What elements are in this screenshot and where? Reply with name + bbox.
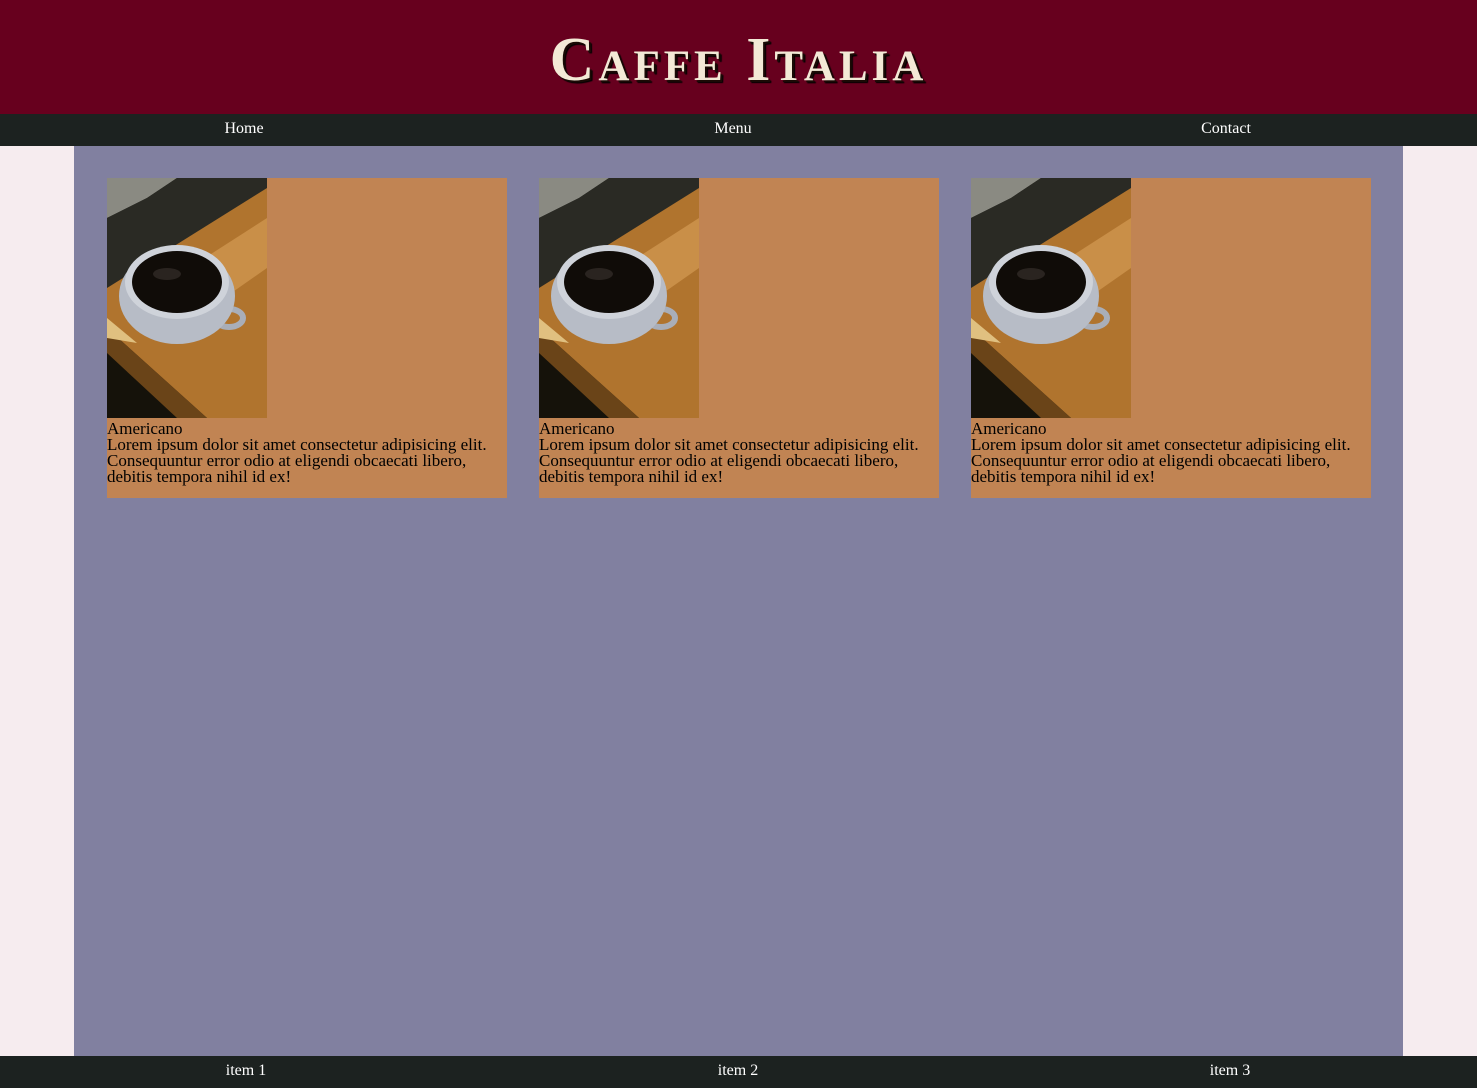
nav-home-link[interactable]: Home (224, 114, 263, 146)
main-nav: Home Menu Contact (0, 114, 1477, 146)
product-description: Lorem ipsum dolor sit amet consectetur a… (107, 435, 487, 486)
coffee-cup-image (971, 178, 1131, 418)
product-card: Americano Lorem ipsum dolor sit amet con… (971, 178, 1371, 498)
product-card: Americano Lorem ipsum dolor sit amet con… (107, 178, 507, 498)
site-title: Caffe Italia (549, 25, 928, 94)
product-description: Lorem ipsum dolor sit amet consectetur a… (971, 435, 1351, 486)
product-card: Americano Lorem ipsum dolor sit amet con… (539, 178, 939, 498)
site-footer: item 1 item 2 item 3 (0, 1056, 1477, 1088)
footer-item-2[interactable]: item 2 (718, 1056, 758, 1088)
footer-item-1[interactable]: item 1 (226, 1056, 266, 1088)
footer-item-3[interactable]: item 3 (1210, 1056, 1250, 1088)
main-content: Americano Lorem ipsum dolor sit amet con… (74, 146, 1403, 1056)
site-header: Caffe Italia (0, 0, 1477, 114)
nav-menu-link[interactable]: Menu (714, 114, 751, 146)
coffee-cup-image (539, 178, 699, 418)
nav-contact-link[interactable]: Contact (1201, 114, 1251, 146)
coffee-cup-image (107, 178, 267, 418)
product-description: Lorem ipsum dolor sit amet consectetur a… (539, 435, 919, 486)
